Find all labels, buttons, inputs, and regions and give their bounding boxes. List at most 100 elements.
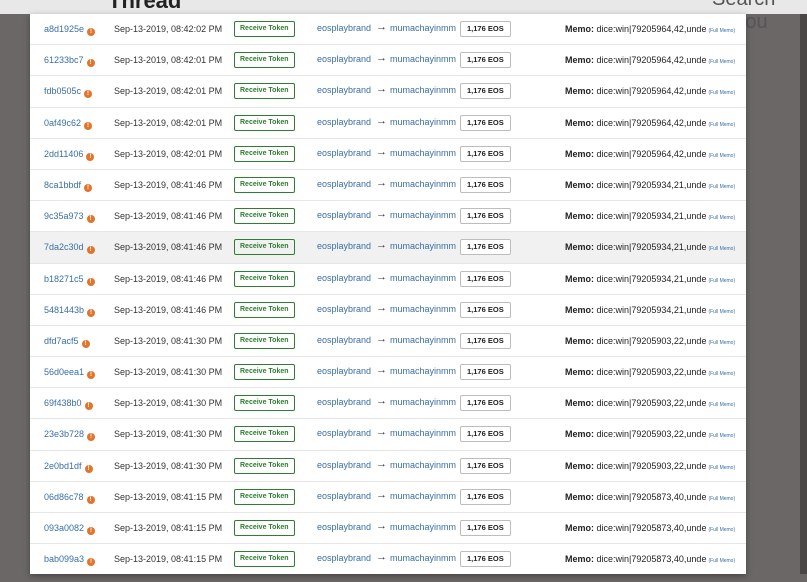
arrow-icon: → bbox=[376, 488, 387, 501]
full-memo-link[interactable]: (Full Memo) bbox=[708, 246, 735, 252]
from-account-link[interactable]: eosplaybrand bbox=[317, 241, 371, 251]
amount-badge: 1,176 EOS bbox=[460, 270, 511, 287]
clock-icon: ! bbox=[87, 558, 96, 567]
tx-hash-link[interactable]: bab099a3! bbox=[44, 554, 96, 567]
to-account-link[interactable]: mumachayinmm bbox=[390, 241, 456, 251]
tx-time: Sep-13-2019, 08:41:30 PM bbox=[114, 429, 223, 440]
full-memo-link[interactable]: (Full Memo) bbox=[708, 122, 735, 128]
amount-badge: 1,176 EOS bbox=[460, 426, 511, 443]
arrow-icon: → bbox=[376, 520, 387, 532]
full-memo-link[interactable]: (Full Memo) bbox=[708, 215, 735, 221]
to-account-link[interactable]: mumachayinmm bbox=[390, 273, 456, 283]
full-memo-link[interactable]: (Full Memo) bbox=[708, 402, 735, 408]
memo-cell: Memo: dice:win|79205964,42,unde (Full Mem… bbox=[565, 118, 735, 128]
action-badge: Receive Token bbox=[234, 52, 295, 69]
full-memo-link[interactable]: (Full Memo) bbox=[708, 59, 735, 65]
to-account-link[interactable]: mumachayinmm bbox=[390, 335, 456, 345]
from-account-link[interactable]: eosplaybrand bbox=[317, 85, 371, 95]
tx-hash-link[interactable]: 06d86c78! bbox=[44, 492, 95, 504]
full-memo-link[interactable]: (Full Memo) bbox=[708, 527, 735, 533]
full-memo-link[interactable]: (Full Memo) bbox=[708, 184, 735, 190]
arrow-icon: → bbox=[376, 270, 387, 283]
to-account-link[interactable]: mumachayinmm bbox=[390, 366, 456, 376]
to-account-link[interactable]: mumachayinmm bbox=[390, 304, 456, 314]
tx-hash-link[interactable]: 2e0bd1df! bbox=[44, 461, 93, 473]
tx-hash-link[interactable]: 23e3b728! bbox=[44, 429, 96, 442]
from-account-link[interactable]: eosplaybrand bbox=[317, 148, 371, 158]
tx-hash-link[interactable]: fdb0505c! bbox=[44, 86, 93, 99]
arrow-icon: → bbox=[376, 426, 387, 439]
from-account-link[interactable]: eosplaybrand bbox=[317, 304, 371, 314]
clock-icon: ! bbox=[86, 277, 95, 286]
memo-label: Memo: bbox=[565, 460, 594, 471]
from-account-link[interactable]: eosplaybrand bbox=[317, 210, 371, 220]
tx-hash-link[interactable]: 61233bc7! bbox=[44, 55, 95, 68]
from-account-link[interactable]: eosplaybrand bbox=[317, 273, 371, 283]
memo-text: dice:win|79205903,22,unde bbox=[596, 429, 707, 440]
from-account-link[interactable]: eosplaybrand bbox=[317, 179, 371, 189]
arrow-icon: → bbox=[376, 239, 387, 252]
tx-hash-link[interactable]: 7da2c30d! bbox=[44, 242, 95, 255]
tx-hash-link[interactable]: 56d0eea1! bbox=[44, 367, 96, 380]
to-account-link[interactable]: mumachayinmm bbox=[390, 54, 456, 64]
to-account-link[interactable]: mumachayinmm bbox=[390, 85, 456, 95]
memo-text: dice:win|79205934,21,unde bbox=[596, 179, 707, 190]
memo-text: dice:win|79205873,40,unde bbox=[596, 523, 707, 533]
tx-hash-link[interactable]: b18271c5! bbox=[44, 274, 95, 286]
full-memo-link[interactable]: (Full Memo) bbox=[708, 153, 735, 159]
arrow-icon: → bbox=[376, 332, 387, 345]
to-account-link[interactable]: mumachayinmm bbox=[390, 428, 456, 438]
tx-hash-link[interactable]: 8ca1bbdf! bbox=[44, 180, 93, 192]
from-account-link[interactable]: eosplaybrand bbox=[317, 23, 371, 33]
tx-hash-link[interactable]: 9c35a973! bbox=[44, 211, 95, 224]
memo-label: Memo: bbox=[565, 554, 594, 565]
memo-cell: Memo: dice:win|79205903,22,unde (Full Mem… bbox=[565, 367, 735, 377]
tx-hash-link[interactable]: 69f438b0! bbox=[44, 398, 93, 411]
to-account-link[interactable]: mumachayinmm bbox=[390, 179, 456, 189]
full-memo-link[interactable]: (Full Memo) bbox=[708, 496, 735, 502]
from-account-link[interactable]: eosplaybrand bbox=[317, 522, 371, 532]
memo-label: Memo: bbox=[565, 148, 594, 159]
full-memo-link[interactable]: (Full Memo) bbox=[708, 371, 735, 377]
table-row: 8ca1bbdf! Sep-13-2019, 08:41:46 PM Recei… bbox=[30, 170, 746, 202]
to-account-link[interactable]: mumachayinmm bbox=[390, 522, 456, 532]
tx-hash-link[interactable]: 093a0082! bbox=[44, 523, 96, 535]
full-memo-link[interactable]: (Full Memo) bbox=[708, 465, 735, 471]
full-memo-link[interactable]: (Full Memo) bbox=[708, 278, 735, 284]
to-account-link[interactable]: mumachayinmm bbox=[390, 397, 456, 407]
from-account-link[interactable]: eosplaybrand bbox=[317, 460, 371, 470]
from-account-link[interactable]: eosplaybrand bbox=[317, 428, 371, 438]
tx-hash-link[interactable]: dfd7acf5! bbox=[44, 336, 90, 348]
memo-cell: Memo: dice:win|79205934,21,unde (Full Mem… bbox=[565, 242, 735, 252]
full-memo-link[interactable]: (Full Memo) bbox=[708, 309, 735, 315]
from-account-link[interactable]: eosplaybrand bbox=[317, 397, 371, 407]
full-memo-link[interactable]: (Full Memo) bbox=[708, 28, 735, 34]
action-badge: Receive Token bbox=[234, 21, 295, 37]
from-account-link[interactable]: eosplaybrand bbox=[317, 54, 371, 64]
tx-hash-link[interactable]: a8d1925e! bbox=[44, 24, 96, 36]
from-account-link[interactable]: eosplaybrand bbox=[317, 553, 371, 563]
tx-hash-link[interactable]: 0af49c62! bbox=[44, 117, 93, 130]
from-account-link[interactable]: eosplaybrand bbox=[317, 335, 371, 345]
to-account-link[interactable]: mumachayinmm bbox=[390, 148, 456, 158]
from-account-link[interactable]: eosplaybrand bbox=[317, 117, 371, 127]
to-account-link[interactable]: mumachayinmm bbox=[390, 491, 456, 501]
page-scrollbar[interactable] bbox=[800, 14, 807, 574]
tx-hash-text: 0af49c62 bbox=[44, 117, 82, 128]
to-account-link[interactable]: mumachayinmm bbox=[390, 460, 456, 470]
tx-hash-link[interactable]: 5481443b! bbox=[44, 305, 96, 317]
memo-cell: Memo: dice:win|79205873,40,unde (Full Mem… bbox=[565, 492, 735, 502]
from-account-link[interactable]: eosplaybrand bbox=[317, 491, 371, 501]
from-account-link[interactable]: eosplaybrand bbox=[317, 366, 371, 376]
full-memo-link[interactable]: (Full Memo) bbox=[708, 433, 735, 439]
full-memo-link[interactable]: (Full Memo) bbox=[708, 558, 735, 564]
amount-badge: 1,176 EOS bbox=[460, 488, 511, 505]
full-memo-link[interactable]: (Full Memo) bbox=[708, 340, 735, 346]
to-account-link[interactable]: mumachayinmm bbox=[390, 210, 456, 220]
to-account-link[interactable]: mumachayinmm bbox=[390, 23, 456, 33]
full-memo-link[interactable]: (Full Memo) bbox=[708, 90, 735, 96]
tx-hash-link[interactable]: 2dd11406! bbox=[44, 149, 95, 161]
to-account-link[interactable]: mumachayinmm bbox=[390, 553, 456, 563]
to-account-link[interactable]: mumachayinmm bbox=[390, 117, 456, 127]
clock-icon: ! bbox=[87, 433, 96, 442]
